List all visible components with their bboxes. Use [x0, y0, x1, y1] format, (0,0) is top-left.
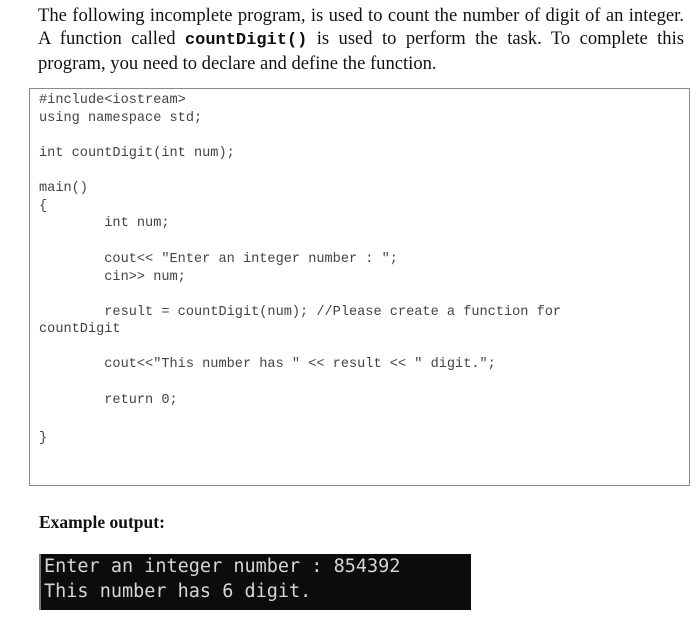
- problem-description: The following incomplete program, is use…: [38, 4, 684, 75]
- example-output-heading: Example output:: [39, 512, 165, 532]
- console-line: This number has 6 digit.: [44, 581, 312, 602]
- code-line: cout<<"This number has " << result << " …: [39, 357, 496, 372]
- code-line: {: [39, 199, 48, 214]
- code-line: cout<< "Enter an integer number : ";: [39, 252, 398, 267]
- code-block: #include<iostream> using namespace std; …: [39, 92, 561, 446]
- code-line: result = countDigit(num); //Please creat…: [39, 305, 562, 320]
- console-output: Enter an integer number : 854392 This nu…: [39, 554, 471, 610]
- code-line: using namespace std;: [39, 111, 203, 126]
- code-line: #include<iostream>: [39, 93, 186, 108]
- function-name: countDigit(): [184, 31, 308, 50]
- code-line: return 0;: [39, 393, 178, 408]
- code-line: int num;: [39, 216, 170, 231]
- console-line: Enter an integer number : 854392: [44, 556, 401, 577]
- code-line: int countDigit(int num);: [39, 146, 235, 161]
- code-line: }: [39, 431, 48, 446]
- code-line: countDigit: [39, 322, 121, 337]
- code-line: main(): [39, 181, 88, 196]
- code-line: cin>> num;: [39, 270, 186, 285]
- code-listing: #include<iostream> using namespace std; …: [29, 88, 690, 486]
